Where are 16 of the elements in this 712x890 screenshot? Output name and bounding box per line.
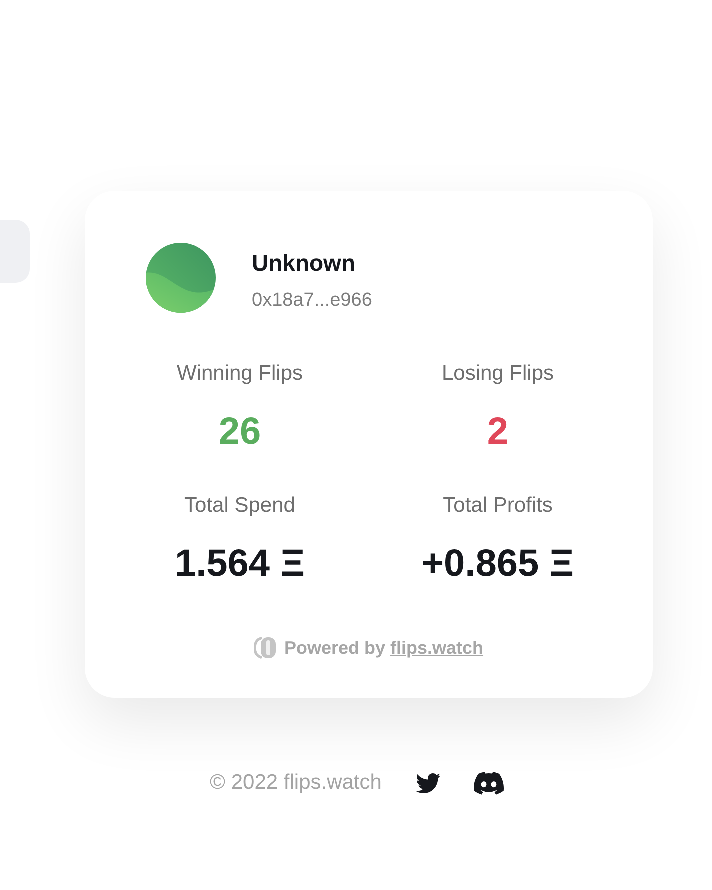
- powered-by-label: Powered by: [284, 637, 386, 660]
- stat-label: Total Spend: [184, 493, 296, 519]
- profile-name: Unknown: [252, 249, 356, 277]
- coin-icon: [254, 637, 278, 659]
- flips-watch-link[interactable]: flips.watch: [390, 636, 484, 660]
- copyright-text: © 2022 flips.watch: [210, 770, 382, 796]
- stat-value: 2: [487, 410, 509, 454]
- stat-label: Winning Flips: [176, 361, 304, 387]
- controller-icon[interactable]: [474, 772, 504, 794]
- stat-label: Total Profits: [443, 493, 553, 519]
- stat-value: +0.865 Ξ: [422, 542, 574, 586]
- stat-label: Losing Flips: [442, 361, 554, 387]
- wallet-address: 0x18a7...e966: [252, 289, 372, 313]
- bird-icon[interactable]: [414, 772, 441, 794]
- stat-value: 26: [218, 410, 262, 454]
- stat-value: 1.564 Ξ: [174, 542, 306, 586]
